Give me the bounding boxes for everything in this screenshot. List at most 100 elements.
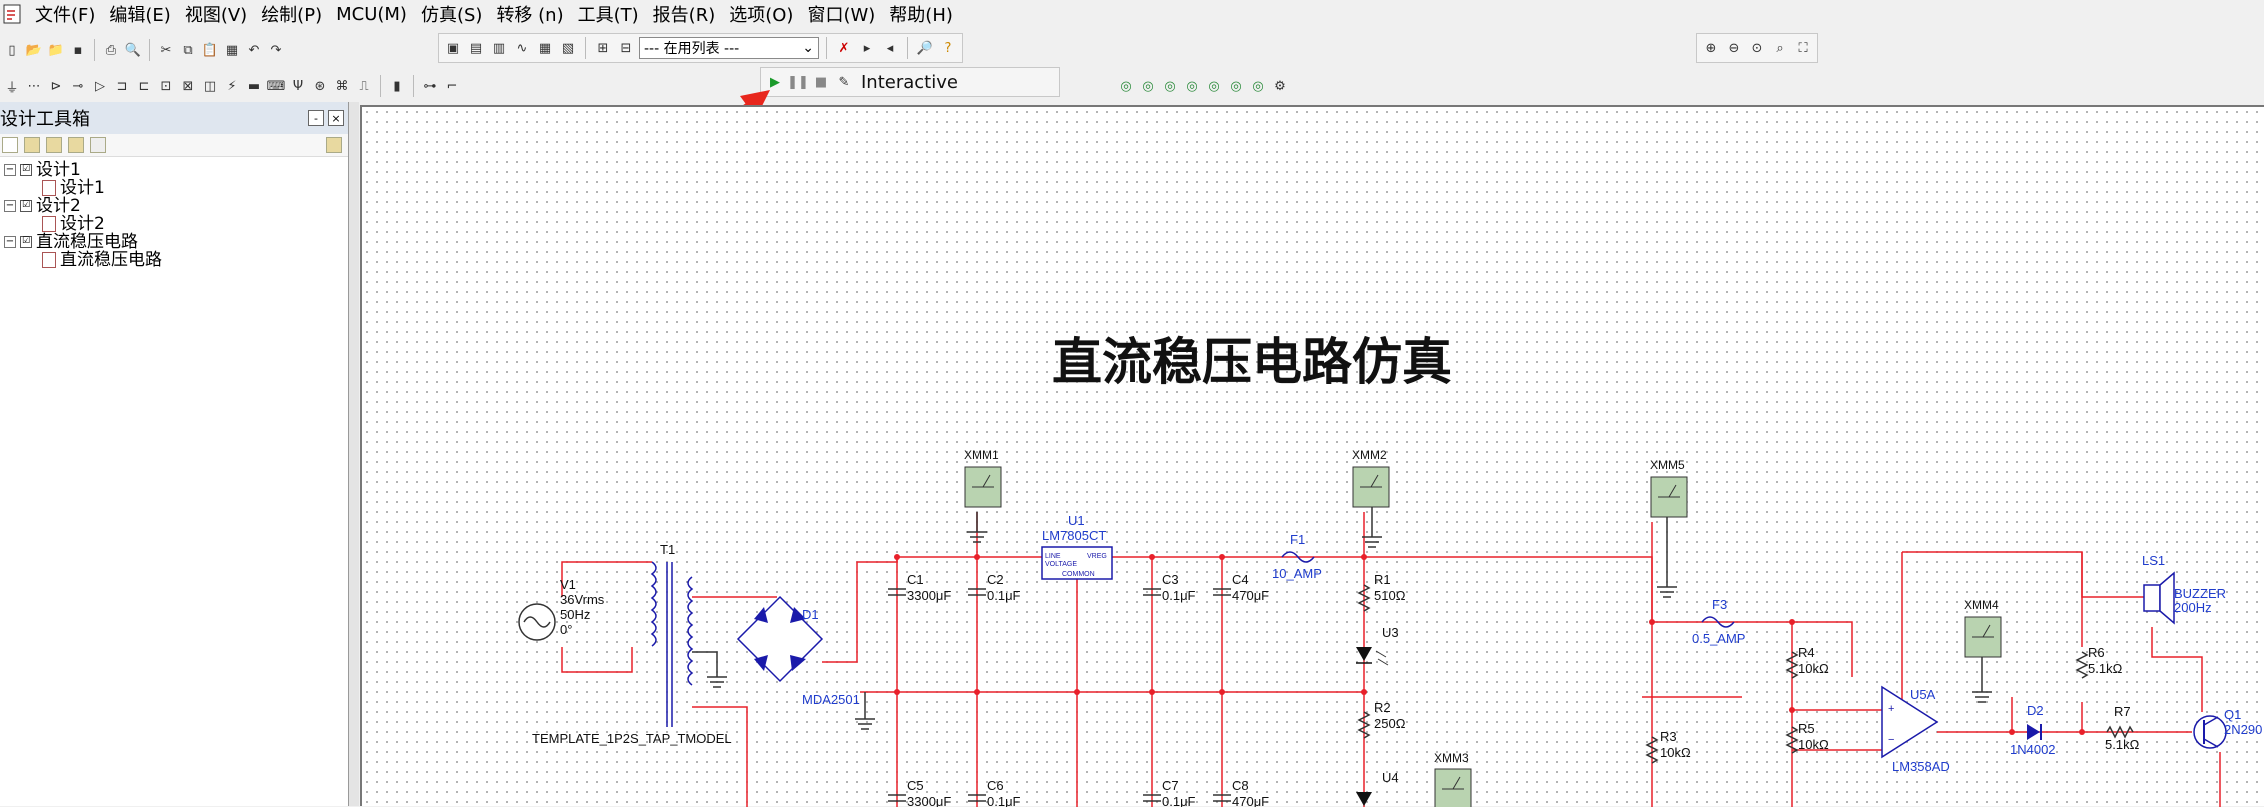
place-basic-icon[interactable]: ⋯ (24, 76, 44, 96)
transistor-q1[interactable]: Q1 2N2905 (2193, 707, 2262, 749)
menu-view[interactable]: 视图(V) (178, 1, 254, 27)
menu-file[interactable]: 文件(F) (28, 1, 102, 27)
place-diode-icon[interactable]: ⊳ (46, 76, 66, 96)
place-source-icon[interactable]: ⏚ (2, 76, 22, 96)
menu-tools[interactable]: 工具(T) (571, 1, 646, 27)
place-misc-digital-icon[interactable]: ⊡ (156, 76, 176, 96)
instrument-6-icon[interactable]: ◎ (1226, 76, 1246, 96)
instrument-2-icon[interactable]: ◎ (1138, 76, 1158, 96)
menu-edit[interactable]: 编辑(E) (102, 1, 177, 27)
menu-window[interactable]: 窗口(W) (800, 1, 882, 27)
toolbox-settings-icon[interactable] (326, 137, 342, 153)
collapse-icon[interactable]: − (4, 164, 16, 176)
resistor-r4[interactable]: R4 10kΩ (1785, 645, 1829, 679)
menu-options[interactable]: 选项(O) (722, 1, 800, 27)
new-design-icon[interactable] (2, 137, 18, 153)
zoom-sheet-icon[interactable]: ⌕ (1770, 38, 1790, 58)
tree-item-design2[interactable]: − ☑ 设计2 (0, 197, 348, 215)
panel-splitter[interactable] (349, 102, 359, 806)
description-icon[interactable]: ▧ (558, 38, 578, 58)
cut-icon[interactable]: ✂ (156, 40, 176, 60)
menu-mcu[interactable]: MCU(M) (329, 4, 414, 25)
multimeter-xmm1[interactable]: XMM1 (964, 448, 1002, 508)
tree-child-design2[interactable]: 设计2 (0, 215, 348, 233)
new-file-icon[interactable]: ▯ (2, 40, 22, 60)
collapse-icon[interactable]: − (4, 236, 16, 248)
delete-icon[interactable]: ▦ (222, 40, 242, 60)
capacitor-c3[interactable]: C3 0.1μF (1143, 572, 1196, 603)
close-design-icon[interactable] (68, 137, 84, 153)
find-icon[interactable]: 🔎 (915, 38, 935, 58)
transfer-icon[interactable]: ▸ (857, 38, 877, 58)
capacitor-c7[interactable]: C7 0.1μF (1143, 778, 1196, 807)
collapse-icon[interactable]: − (4, 200, 16, 212)
menu-place[interactable]: 绘制(P) (254, 1, 329, 27)
bus-icon[interactable]: ⌐ (442, 76, 462, 96)
place-ttl-icon[interactable]: ⊐ (112, 76, 132, 96)
menu-transfer[interactable]: 转移 (n) (489, 1, 570, 27)
zoom-out-icon[interactable]: ⊖ (1724, 38, 1744, 58)
instrument-3-icon[interactable]: ◎ (1160, 76, 1180, 96)
postprocessor-icon[interactable]: ▦ (535, 38, 555, 58)
place-power-icon[interactable]: ⚡ (222, 76, 242, 96)
resistor-r1[interactable]: R1 510Ω (1357, 572, 1406, 612)
instrument-7-icon[interactable]: ◎ (1248, 76, 1268, 96)
hierarchical-block-icon[interactable]: ⊶ (420, 76, 440, 96)
buzzer-ls1[interactable]: LS1 BUZZER 200Hz (2142, 553, 2226, 625)
place-mixed-icon[interactable]: ⊠ (178, 76, 198, 96)
fullscreen-icon[interactable]: ⛶ (1793, 38, 1813, 58)
toggle-fullscreen-icon[interactable]: ▣ (443, 38, 463, 58)
place-rf-icon[interactable]: Ψ (288, 76, 308, 96)
netlist-icon[interactable]: ⊟ (616, 38, 636, 58)
multimeter-xmm3[interactable]: XMM3 (1434, 751, 1472, 807)
tree-child-design1[interactable]: 设计1 (0, 179, 348, 197)
checkbox-icon[interactable]: ☑ (20, 200, 32, 212)
place-analog-icon[interactable]: ▷ (90, 76, 110, 96)
capacitor-c6[interactable]: C6 0.1μF (968, 778, 1021, 807)
place-peripherals-icon[interactable]: ⌨ (266, 76, 286, 96)
redo-icon[interactable]: ↷ (266, 40, 286, 60)
ac-source-v1[interactable]: V1 36Vrms 50Hz 0° (518, 577, 605, 641)
checkbox-icon[interactable]: ☑ (20, 164, 32, 176)
in-use-list-select[interactable]: --- 在用列表 --- ⌄ (639, 37, 819, 59)
place-mcu-icon[interactable]: ⌘ (332, 76, 352, 96)
probe-icon[interactable]: ▮ (387, 76, 407, 96)
resistor-r6[interactable]: R6 5.1kΩ (2075, 645, 2123, 679)
multimeter-xmm4[interactable]: XMM4 (1964, 598, 2002, 658)
close-icon[interactable]: × (328, 110, 344, 126)
place-cmos-icon[interactable]: ⊏ (134, 76, 154, 96)
bridge-rectifier-d1[interactable]: D1 MDA2501 (736, 595, 860, 707)
pin-icon[interactable]: - (308, 110, 324, 126)
resistor-r3[interactable]: R3 10kΩ (1645, 729, 1691, 764)
regulator-u1[interactable]: LINE VREG VOLTAGE COMMON U1 LM7805CT (1041, 513, 1113, 580)
place-transistor-icon[interactable]: ⊸ (68, 76, 88, 96)
schematic-drawing[interactable]: 直流稳压电路仿真 V1 36Vrms 50Hz 0° T1 TEMPLATE_1… (362, 107, 2262, 807)
open-sample-icon[interactable]: 📁 (46, 40, 66, 60)
menu-help[interactable]: 帮助(H) (882, 1, 960, 27)
zoom-in-icon[interactable]: ⊕ (1701, 38, 1721, 58)
tree-item-dc-regulator[interactable]: − ☑ 直流稳压电路 (0, 233, 348, 251)
opamp-u5a[interactable]: + − U5A LM358AD (1881, 685, 1950, 774)
save-design-icon[interactable] (46, 137, 62, 153)
resistor-r2[interactable]: R2 250Ω (1357, 700, 1406, 739)
checkbox-icon[interactable]: ☑ (20, 236, 32, 248)
print-preview-icon[interactable]: 🔍 (123, 40, 143, 60)
capacitor-c2[interactable]: C2 0.1μF (968, 572, 1021, 603)
erc-icon[interactable]: ✗ (834, 38, 854, 58)
paste-icon[interactable]: 📋 (200, 40, 220, 60)
database-icon[interactable]: ▥ (489, 38, 509, 58)
save-icon[interactable]: ▪ (68, 40, 88, 60)
place-electromechanical-icon[interactable]: ⊛ (310, 76, 330, 96)
print-icon[interactable]: ⎙ (101, 40, 121, 60)
open-folder-icon[interactable]: 📂 (24, 40, 44, 60)
grapher-icon[interactable]: ∿ (512, 38, 532, 58)
hierarchy-icon[interactable]: ⊞ (593, 38, 613, 58)
place-indicator-icon[interactable]: ◫ (200, 76, 220, 96)
simulation-mode-label[interactable]: Interactive (861, 72, 958, 93)
help-icon[interactable]: ? (938, 38, 958, 58)
stop-icon[interactable]: ■ (811, 72, 831, 92)
zoom-area-icon[interactable]: ⊙ (1747, 38, 1767, 58)
led-u4[interactable]: U4 (1356, 770, 1399, 806)
instrument-1-icon[interactable]: ◎ (1116, 76, 1136, 96)
multimeter-xmm5[interactable]: XMM5 (1650, 458, 1688, 518)
